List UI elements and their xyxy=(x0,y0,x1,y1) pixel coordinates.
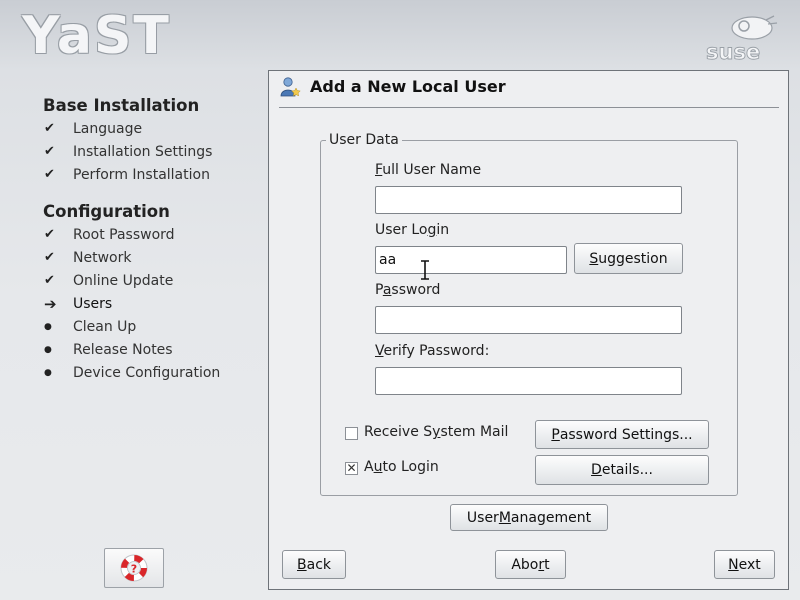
suggestion-button-rest: uggestion xyxy=(598,250,668,267)
text-cursor-icon xyxy=(421,260,429,280)
password-settings-button[interactable]: Password Settings... xyxy=(535,420,709,449)
receive-mail-label-end: stem Mail xyxy=(440,424,509,440)
suse-text: suse xyxy=(706,40,760,64)
back-button[interactable]: Back xyxy=(282,550,346,579)
sidebar-item-label: Language xyxy=(73,121,143,137)
bullet-icon: ● xyxy=(44,345,52,355)
add-user-icon xyxy=(280,77,301,97)
receive-mail-label[interactable]: Receive System Mail xyxy=(364,424,508,440)
user-login-label: User Login xyxy=(375,222,449,238)
sidebar-section-title-base: Base Installation xyxy=(43,96,200,115)
user-management-button-mnemonic: M xyxy=(498,509,511,526)
check-icon: ✔ xyxy=(44,250,55,265)
auto-login-label-end: to Login xyxy=(382,459,439,475)
user-data-group-label: User Data xyxy=(326,132,402,148)
verify-password-input[interactable] xyxy=(375,367,682,395)
suggestion-button[interactable]: Suggestion xyxy=(574,243,683,274)
sidebar-item-label: Network xyxy=(73,250,132,266)
user-management-button[interactable]: User Management xyxy=(450,504,608,531)
check-icon: ✔ xyxy=(44,227,55,242)
check-icon: ✔ xyxy=(44,167,55,182)
lifebuoy-icon: ? xyxy=(120,554,148,582)
dialog-title: Add a New Local User xyxy=(310,77,506,96)
password-label-end: ssword xyxy=(391,282,441,298)
suse-logo: suse xyxy=(706,15,778,64)
verify-password-label-mnemonic: V xyxy=(375,343,384,359)
receive-mail-label-start: Receive S xyxy=(364,424,433,440)
user-login-input[interactable] xyxy=(375,246,567,274)
sidebar-item-label: Clean Up xyxy=(73,319,137,335)
password-label: Password xyxy=(375,282,440,298)
abort-button-start: Abo xyxy=(511,556,539,573)
sidebar-item-label: Online Update xyxy=(73,273,174,289)
full-name-label: Full User Name xyxy=(375,162,481,178)
auto-login-checkbox[interactable]: ✕ xyxy=(345,462,358,475)
abort-button-end: t xyxy=(544,556,550,573)
sidebar-item-label: Perform Installation xyxy=(73,167,210,183)
back-button-mnemonic: B xyxy=(297,556,307,573)
details-button-mnemonic: D xyxy=(591,462,602,478)
password-label-start: P xyxy=(375,282,383,298)
verify-password-label-rest: erify Password: xyxy=(383,343,490,359)
sidebar-item-label: Installation Settings xyxy=(73,144,213,160)
password-input[interactable] xyxy=(375,306,682,334)
sidebar-item-label: Root Password xyxy=(73,227,175,243)
receive-mail-checkbox[interactable] xyxy=(345,427,358,440)
svg-text:?: ? xyxy=(131,563,137,576)
title-divider xyxy=(279,107,779,108)
password-settings-button-rest: assword Settings... xyxy=(559,426,693,443)
sidebar-item-label: Users xyxy=(73,296,113,312)
full-name-input[interactable] xyxy=(375,186,682,214)
user-management-button-end: anagement xyxy=(510,509,592,526)
abort-button[interactable]: Abo r t xyxy=(495,550,566,579)
suggestion-button-mnemonic: S xyxy=(589,250,599,267)
next-button-mnemonic: N xyxy=(728,556,739,573)
next-button-rest: ext xyxy=(738,556,761,573)
help-button[interactable]: ? xyxy=(104,548,164,588)
bullet-icon: ● xyxy=(44,322,52,332)
sidebar-section-title-configuration: Configuration xyxy=(43,202,170,221)
details-button[interactable]: Details... xyxy=(535,455,709,485)
back-button-rest: ack xyxy=(306,556,331,573)
check-icon: ✔ xyxy=(44,144,55,159)
verify-password-label: Verify Password: xyxy=(375,343,489,359)
password-settings-button-mnemonic: P xyxy=(551,426,560,443)
check-icon: ✔ xyxy=(44,273,55,288)
auto-login-label-start: A xyxy=(364,459,374,475)
arrow-right-icon: ➔ xyxy=(44,295,57,313)
full-name-label-rest: ull User Name xyxy=(382,162,482,178)
user-login-label-end: in xyxy=(436,222,450,238)
next-button[interactable]: Next xyxy=(714,550,775,579)
yast-logo: YaST xyxy=(22,6,171,66)
details-button-rest: etails... xyxy=(601,462,653,478)
user-management-button-start: User xyxy=(466,509,499,526)
sidebar-item-label: Release Notes xyxy=(73,342,173,358)
check-icon: ✔ xyxy=(44,121,55,136)
sidebar-item-label: Device Configuration xyxy=(73,365,221,381)
user-login-label-start: User Lo xyxy=(375,222,428,238)
bullet-icon: ● xyxy=(44,368,52,378)
auto-login-label[interactable]: Auto Login xyxy=(364,459,439,475)
